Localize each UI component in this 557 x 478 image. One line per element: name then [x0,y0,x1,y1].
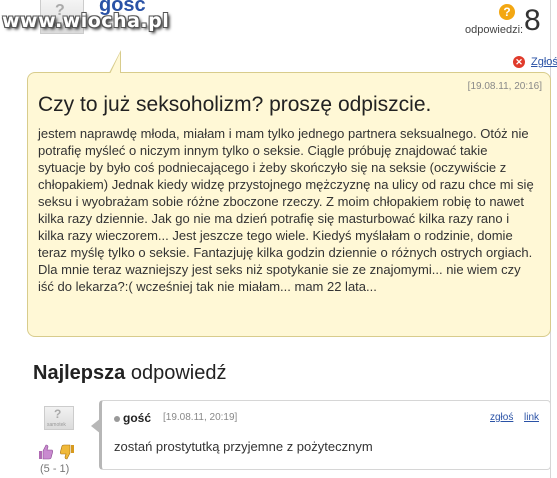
thumbs-up-icon[interactable] [38,444,54,460]
answer-box: gość [19.08.11, 20:19] zgłoś link zostań… [99,400,551,470]
online-status-icon [114,416,120,422]
report-icon[interactable]: ✕ [513,56,525,68]
question-box: [19.08.11, 20:16] Czy to już seksoholizm… [27,72,551,337]
watermark: www.wiocha.pl [2,10,170,32]
vote-score: (5 - 1) [40,463,70,475]
question-body: jestem naprawdę młoda, miałam i mam tylk… [38,126,534,294]
answer-avatar-label: samotek [47,422,66,428]
best-answer-heading-bold: Najlepsza [33,362,126,384]
thumbs-down-icon[interactable] [59,444,75,460]
best-answer-heading: Najlepsza odpowiedź [33,362,226,385]
avatar-placeholder-icon: ? [54,407,62,421]
answers-label: odpowiedzi: [465,24,524,36]
answer-permalink[interactable]: link [524,412,539,423]
answer-avatar[interactable]: ? samotek [44,406,74,430]
question-title: Czy to już seksoholizm? proszę odpiszcie… [38,93,432,116]
question-date: [19.08.11, 20:16] [467,81,542,92]
best-answer-heading-rest: odpowiedź [125,362,227,384]
report-question-link[interactable]: Zgłoś [531,56,557,68]
report-answer-link[interactable]: zgłoś [490,412,513,423]
bubble-tail-fill [110,53,120,74]
question-mark-icon: ? [499,4,515,20]
answer-text: zostań prostytutką przyjemne z pożyteczn… [114,439,373,454]
answer-author[interactable]: gość [123,411,151,425]
answers-count: 8 [524,4,541,37]
answer-date: [19.08.11, 20:19] [163,412,238,423]
